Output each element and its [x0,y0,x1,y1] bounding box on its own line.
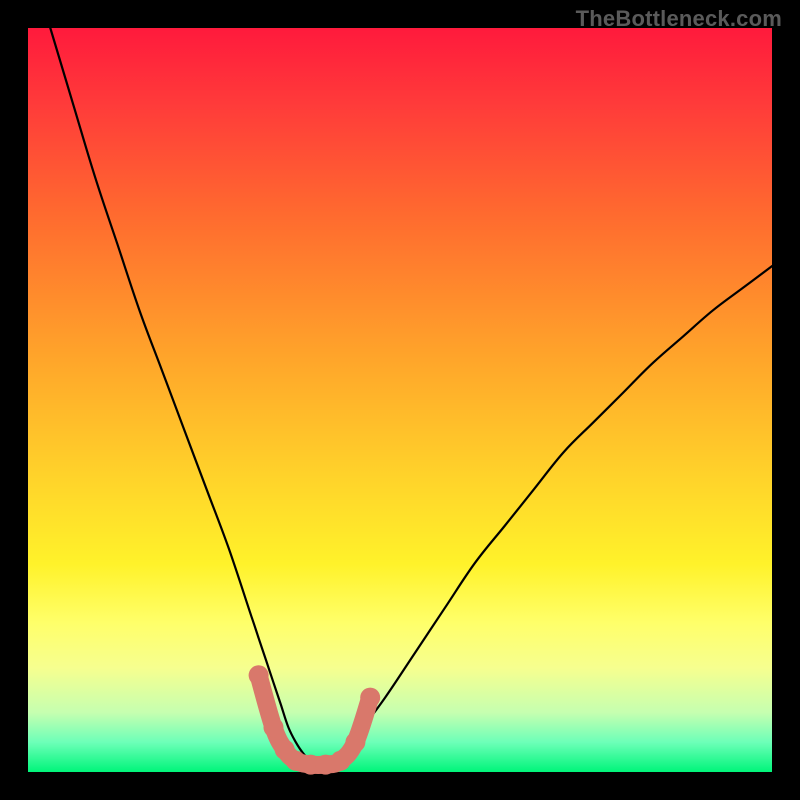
bottleneck-curve [50,28,772,765]
optimal-zone-dot [360,688,380,708]
optimal-zone-dot [249,665,269,685]
optimal-zone-band [249,665,381,774]
optimal-zone-dot [331,751,351,771]
watermark-text: TheBottleneck.com [576,6,782,32]
chart-svg-layer [28,28,772,772]
optimal-zone-dot [345,732,365,752]
optimal-zone-dot [264,717,284,737]
chart-frame: TheBottleneck.com [0,0,800,800]
